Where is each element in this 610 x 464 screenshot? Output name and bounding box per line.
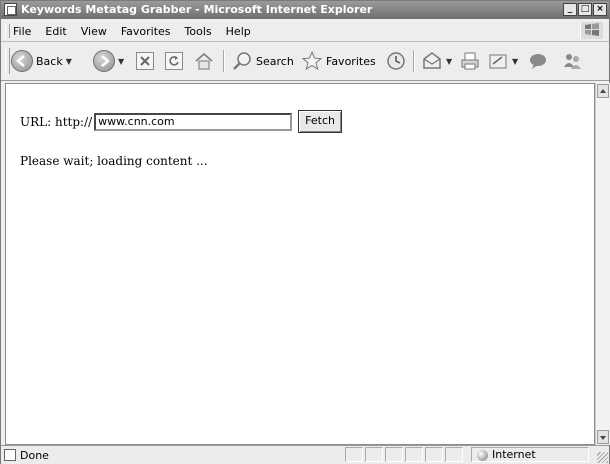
messenger-icon — [564, 54, 581, 69]
security-zone[interactable]: Internet — [471, 447, 589, 462]
favorites-icon — [301, 50, 323, 71]
status-panel — [345, 447, 363, 462]
status-panel — [385, 447, 403, 462]
window-title: Keywords Metatag Grabber - Microsoft Int… — [21, 3, 373, 16]
back-icon — [11, 50, 33, 72]
browser-window: Keywords Metatag Grabber - Microsoft Int… — [0, 0, 610, 464]
history-button[interactable] — [385, 49, 407, 73]
discuss-icon — [530, 54, 546, 69]
scroll-up-button[interactable] — [597, 84, 609, 98]
back-button[interactable]: Back ▼ — [11, 49, 72, 73]
menu-file[interactable]: File — [13, 25, 31, 38]
toolbar-separator — [223, 50, 225, 72]
loading-message: Please wait; loading content ... — [20, 154, 208, 168]
page-status-icon — [4, 449, 16, 461]
forward-button[interactable]: ▼ — [93, 49, 124, 73]
status-panel — [445, 447, 463, 462]
menu-edit[interactable]: Edit — [45, 25, 66, 38]
fetch-button[interactable]: Fetch — [298, 110, 342, 133]
page-content: URL: http:// www.cnn.com Fetch Please wa… — [5, 83, 595, 445]
back-dropdown-icon[interactable]: ▼ — [66, 57, 72, 66]
search-icon — [233, 52, 251, 70]
mail-button[interactable]: ▼ — [421, 49, 452, 73]
window-controls: _ □ × — [563, 3, 607, 16]
url-form: URL: http:// www.cnn.com Fetch — [20, 110, 342, 133]
menu-tools[interactable]: Tools — [185, 25, 212, 38]
windows-logo-icon — [580, 22, 603, 39]
menu-bar: File Edit View Favorites Tools Help — [1, 21, 609, 42]
menu-favorites[interactable]: Favorites — [121, 25, 171, 38]
refresh-icon — [165, 52, 183, 70]
url-label: URL: http:// — [20, 114, 93, 129]
status-bar: Done Internet — [1, 445, 609, 464]
zone-label: Internet — [492, 448, 536, 461]
vertical-scrollbar[interactable] — [595, 83, 610, 445]
status-panels — [345, 447, 465, 462]
url-input[interactable]: www.cnn.com — [94, 112, 293, 131]
search-label: Search — [256, 54, 294, 68]
status-text: Done — [20, 449, 49, 462]
edit-dropdown-icon[interactable]: ▼ — [512, 57, 518, 66]
mail-dropdown-icon[interactable]: ▼ — [446, 57, 452, 66]
minimize-button[interactable]: _ — [563, 3, 577, 16]
home-icon — [195, 53, 213, 70]
mail-icon — [423, 52, 441, 69]
forward-icon — [93, 50, 115, 72]
maximize-button[interactable]: □ — [578, 3, 592, 16]
close-button[interactable]: × — [593, 3, 607, 16]
scroll-down-button[interactable] — [597, 430, 609, 444]
discuss-button[interactable] — [527, 49, 549, 73]
history-icon — [387, 52, 405, 70]
print-button[interactable] — [459, 49, 481, 73]
status-panel — [405, 447, 423, 462]
resize-grip[interactable] — [597, 452, 608, 463]
title-bar[interactable]: Keywords Metatag Grabber - Microsoft Int… — [1, 1, 609, 19]
forward-dropdown-icon[interactable]: ▼ — [118, 57, 124, 66]
stop-icon — [136, 52, 154, 70]
status-panel — [425, 447, 443, 462]
globe-icon — [477, 450, 488, 461]
refresh-button[interactable] — [165, 49, 183, 73]
home-button[interactable] — [193, 49, 215, 73]
back-label: Back — [36, 54, 63, 68]
menu-help[interactable]: Help — [226, 25, 251, 38]
status-panel — [365, 447, 383, 462]
menubar-grip[interactable] — [5, 24, 10, 38]
messenger-button[interactable] — [561, 49, 583, 73]
search-button[interactable]: Search — [231, 49, 294, 73]
edit-icon — [489, 54, 507, 69]
favorites-button[interactable]: Favorites — [301, 49, 376, 73]
edit-button[interactable]: ▼ — [487, 49, 518, 73]
toolbar-separator — [413, 50, 415, 72]
menu-view[interactable]: View — [81, 25, 107, 38]
stop-button[interactable] — [136, 49, 154, 73]
toolbar-grip[interactable] — [5, 48, 10, 74]
standard-toolbar: Back ▼ ▼ Search Favorites ▼ ▼ — [1, 42, 609, 81]
print-icon — [461, 52, 479, 70]
favorites-label: Favorites — [326, 54, 376, 68]
ie-page-icon — [4, 3, 17, 16]
